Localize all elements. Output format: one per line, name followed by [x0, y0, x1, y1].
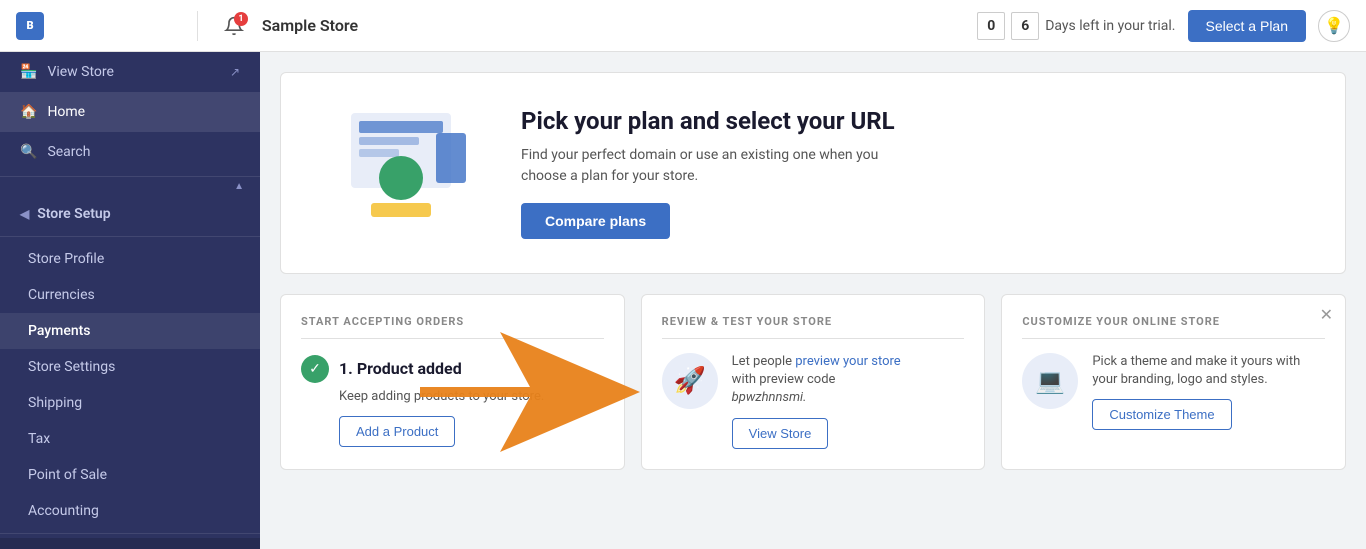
home-icon: 🏠 — [20, 104, 37, 120]
add-product-button[interactable]: Add a Product — [339, 416, 455, 447]
card-content-2: 🚀 Let people preview your store with pre… — [662, 353, 965, 449]
search-icon: 🔍 — [20, 144, 37, 160]
trial-day-0: 0 — [977, 12, 1005, 40]
select-plan-button[interactable]: Select a Plan — [1188, 10, 1307, 42]
trial-label: Days left in your trial. — [1045, 18, 1175, 34]
topbar: B BIGCOMMERCE 1 Sample Store 0 6 Days le… — [0, 0, 1366, 52]
store-name: Sample Store — [262, 16, 965, 35]
card-section-label-1: START ACCEPTING ORDERS — [301, 315, 604, 328]
card-section-label-3: Customize your Online Store — [1022, 315, 1325, 328]
hero-title: Pick your plan and select your URL — [521, 107, 901, 135]
card-desc-prefix: Let people — [732, 354, 796, 369]
hero-text: Pick your plan and select your URL Find … — [521, 107, 901, 239]
store-settings-label: Store Settings — [28, 359, 115, 375]
card-body-3: Pick a theme and make it yours with your… — [1092, 353, 1325, 430]
card-step-title-1: 1. Product added — [339, 359, 462, 378]
card-desc-mid: with preview code — [732, 372, 836, 387]
laptop-icon: 💻 — [1022, 353, 1078, 409]
sidebar-item-label: Home — [47, 104, 85, 120]
shipping-label: Shipping — [28, 395, 82, 411]
payments-label: Payments — [28, 323, 91, 339]
trial-day-6: 6 — [1011, 12, 1039, 40]
card-desc-3: Pick a theme and make it yours with your… — [1092, 353, 1325, 389]
cards-row: START ACCEPTING ORDERS ✓ 1. Product adde… — [280, 294, 1346, 470]
card-section-label-2: Review & test your store — [662, 315, 965, 328]
sidebar-help-section[interactable]: Help ∧ — [0, 538, 260, 549]
main-content: Pick your plan and select your URL Find … — [260, 52, 1366, 549]
bell-badge: 1 — [234, 12, 248, 26]
card-desc-2: Let people preview your store with previ… — [732, 353, 901, 408]
sidebar-item-label: View Store — [47, 64, 114, 80]
hero-illustration — [321, 103, 481, 243]
store-profile-label: Store Profile — [28, 251, 104, 267]
product-added-header: ✓ 1. Product added — [301, 353, 604, 383]
sidebar-item-currencies[interactable]: Currencies — [0, 277, 260, 313]
sidebar-item-store-profile[interactable]: Store Profile — [0, 241, 260, 277]
rocket-icon: 🚀 — [662, 353, 718, 409]
logo: B BIGCOMMERCE — [16, 12, 177, 40]
store-setup-label: Store Setup — [37, 206, 110, 222]
sidebar-item-view-store[interactable]: 🏪 View Store ↗ — [0, 52, 260, 92]
logo-icon: B — [16, 12, 44, 40]
notification-bell[interactable]: 1 — [218, 10, 250, 42]
tips-button[interactable]: 💡 — [1318, 10, 1350, 42]
sidebar-item-tax[interactable]: Tax — [0, 421, 260, 457]
hero-description: Find your perfect domain or use an exist… — [521, 145, 901, 187]
preview-store-link[interactable]: preview your store — [795, 354, 900, 369]
sidebar-divider-2 — [0, 236, 260, 237]
sidebar-item-search[interactable]: 🔍 Search — [0, 132, 260, 172]
card-divider-1 — [301, 338, 604, 339]
card-body-2: Let people preview your store with previ… — [732, 353, 901, 449]
accounting-label: Accounting — [28, 503, 99, 519]
tax-label: Tax — [28, 431, 50, 447]
pos-label: Point of Sale — [28, 467, 107, 483]
preview-code: bpwzhnnsmi. — [732, 390, 807, 405]
sidebar-item-payments[interactable]: Payments — [0, 313, 260, 349]
card-icon-area-2: 🚀 — [662, 353, 718, 409]
check-icon: ✓ — [301, 355, 329, 383]
card-divider-3 — [1022, 338, 1325, 339]
main-layout: 🏪 View Store ↗ 🏠 Home 🔍 Search ▲ ◀ Store… — [0, 52, 1366, 549]
card-review-store: Review & test your store 🚀 Let people pr… — [641, 294, 986, 470]
sidebar-divider — [0, 176, 260, 177]
card-icon-area-3: 💻 — [1022, 353, 1078, 409]
sidebar-item-label: Search — [47, 144, 90, 160]
trial-info: 0 6 Days left in your trial. — [977, 12, 1175, 40]
scroll-up-icon: ▲ — [234, 181, 244, 192]
sidebar: 🏪 View Store ↗ 🏠 Home 🔍 Search ▲ ◀ Store… — [0, 52, 260, 549]
card-customize-store: ✕ Customize your Online Store 💻 Pick a t… — [1001, 294, 1346, 470]
chevron-left-icon: ◀ — [20, 207, 29, 221]
close-button[interactable]: ✕ — [1320, 307, 1333, 323]
customize-theme-button[interactable]: Customize Theme — [1092, 399, 1231, 430]
sidebar-item-store-settings[interactable]: Store Settings — [0, 349, 260, 385]
external-link-icon: ↗ — [230, 65, 240, 79]
card-content-3: 💻 Pick a theme and make it yours with yo… — [1022, 353, 1325, 430]
sidebar-item-store-setup[interactable]: ◀ Store Setup — [0, 196, 260, 232]
card-divider-2 — [662, 338, 965, 339]
sidebar-item-shipping[interactable]: Shipping — [0, 385, 260, 421]
view-store-button[interactable]: View Store — [732, 418, 829, 449]
compare-plans-button[interactable]: Compare plans — [521, 203, 670, 239]
card-start-orders: START ACCEPTING ORDERS ✓ 1. Product adde… — [280, 294, 625, 470]
sidebar-divider-3 — [0, 533, 260, 534]
store-icon: 🏪 — [20, 64, 37, 80]
sidebar-item-accounting[interactable]: Accounting — [0, 493, 260, 529]
hero-card: Pick your plan and select your URL Find … — [280, 72, 1346, 274]
logo-text: BIGCOMMERCE — [48, 17, 177, 35]
sidebar-item-point-of-sale[interactable]: Point of Sale — [0, 457, 260, 493]
currencies-label: Currencies — [28, 287, 95, 303]
card-desc-1: Keep adding products to your store. — [339, 389, 604, 404]
sidebar-item-home[interactable]: 🏠 Home — [0, 92, 260, 132]
